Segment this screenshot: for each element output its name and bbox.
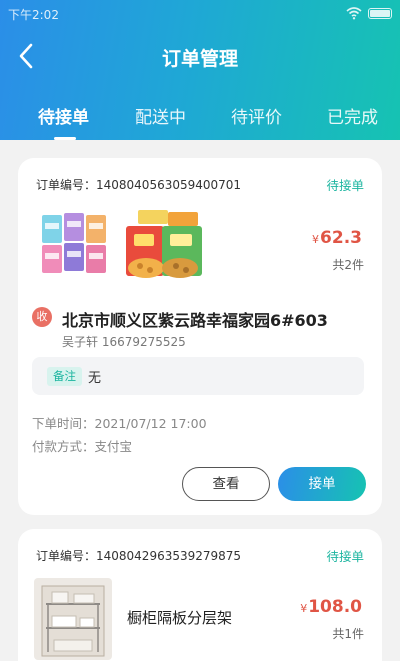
tab-bar: 待接单 配送中 待评价 已完成 bbox=[0, 100, 400, 140]
battery-icon bbox=[368, 8, 392, 19]
view-button[interactable]: 查看 bbox=[182, 467, 270, 501]
currency-symbol: ¥ bbox=[300, 602, 308, 615]
product-name: 橱柜隔板分层架 bbox=[127, 609, 233, 627]
note-label: 备注 bbox=[47, 367, 82, 386]
delivery-address: 北京市顺义区紫云路幸福家园6#603 bbox=[62, 311, 328, 330]
price-value: 108.0 bbox=[308, 597, 362, 617]
order-card: 订单编号：1408040563059400701 待接单 ¥62.3 共2件 收… bbox=[18, 158, 382, 515]
order-card: 订单编号：1408042963539279875 待接单 橱柜隔板分层架 ¥10… bbox=[18, 529, 382, 661]
shelf-rack-image[interactable] bbox=[34, 578, 112, 660]
order-status: 待接单 bbox=[326, 178, 364, 193]
crisp-bags-image[interactable] bbox=[122, 208, 206, 288]
status-time: 下午2:02 bbox=[8, 8, 59, 22]
page-title: 订单管理 bbox=[161, 48, 238, 70]
accept-order-button[interactable]: 接单 bbox=[278, 467, 366, 501]
tab-completed[interactable]: 已完成 bbox=[327, 103, 378, 128]
note-box: 备注 无 bbox=[32, 357, 364, 395]
wifi-icon bbox=[346, 7, 362, 20]
price-value: 62.3 bbox=[320, 228, 362, 248]
tab-delivering[interactable]: 配送中 bbox=[135, 103, 186, 128]
order-number: 订单编号：1408040563059400701 bbox=[36, 178, 242, 192]
order-price: ¥62.3 bbox=[312, 228, 362, 248]
status-bar: 下午2:02 bbox=[0, 0, 400, 28]
order-status: 待接单 bbox=[326, 549, 364, 564]
note-text: 无 bbox=[88, 371, 102, 386]
order-price: ¥108.0 bbox=[300, 597, 362, 617]
header: 下午2:02 订单管理 待接单 配送中 待评价 已完成 bbox=[0, 0, 400, 140]
tab-indicator bbox=[54, 137, 76, 140]
recipient-info: 吴子轩 16679275525 bbox=[62, 335, 186, 349]
item-count: 共2件 bbox=[332, 258, 364, 272]
address-badge: 收 bbox=[32, 307, 52, 327]
currency-symbol: ¥ bbox=[312, 233, 320, 246]
order-number: 订单编号：1408042963539279875 bbox=[36, 549, 242, 563]
tab-pending[interactable]: 待接单 bbox=[38, 103, 89, 128]
snack-bags-image[interactable] bbox=[40, 211, 110, 277]
item-count: 共1件 bbox=[332, 627, 364, 641]
payment-method: 付款方式：支付宝 bbox=[32, 439, 133, 454]
order-time: 下单时间：2021/07/12 17:00 bbox=[32, 416, 207, 431]
tab-to-review[interactable]: 待评价 bbox=[231, 103, 282, 128]
